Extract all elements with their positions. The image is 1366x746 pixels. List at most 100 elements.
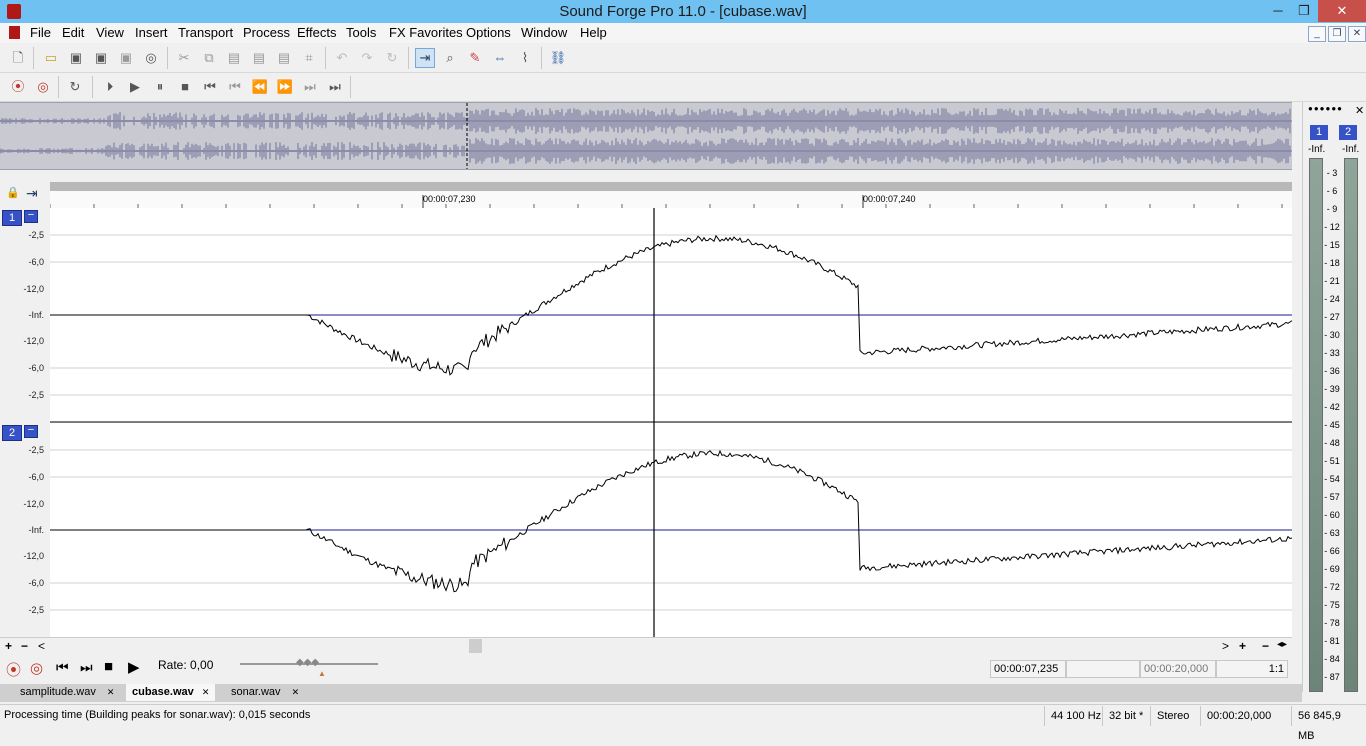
channel-2-collapse-button[interactable]: − (24, 425, 38, 438)
doc-icon[interactable] (9, 26, 20, 39)
selection-field[interactable] (1066, 660, 1140, 678)
paste-crossfade-icon[interactable]: ▤ (274, 48, 294, 68)
prev-marker-icon[interactable]: ⏮ (225, 77, 245, 97)
rate-label: Rate: 0,00 (158, 658, 214, 672)
repeat-icon[interactable]: ↻ (382, 48, 402, 68)
vzoom-out-button[interactable]: − (1262, 639, 1269, 653)
render-icon[interactable]: ▣ (116, 48, 136, 68)
menu-process[interactable]: Process (243, 25, 290, 40)
tab-cubase[interactable]: cubase.wav ✕ (126, 684, 216, 701)
go-end-icon[interactable]: ⏭ (325, 77, 345, 97)
play-all-icon[interactable]: ⏵ (100, 77, 120, 97)
meter-peak-1[interactable]: -Inf. (1308, 144, 1325, 155)
play-icon[interactable]: ▶ (128, 658, 140, 676)
scroll-thumb[interactable] (469, 639, 482, 653)
menu-insert[interactable]: Insert (135, 25, 168, 40)
tab-sonar[interactable]: sonar.wav ✕ (225, 684, 305, 701)
new-icon[interactable]: 🗋 (8, 48, 28, 68)
forward-icon[interactable]: ⏩ (275, 77, 295, 97)
status-bit-depth[interactable]: 32 bit * (1102, 706, 1149, 726)
plugin-chainer-icon[interactable]: ⛓ (548, 48, 568, 68)
go-start-icon[interactable]: ⏮ (200, 77, 220, 97)
next-marker-icon[interactable]: ⏭ (300, 77, 320, 97)
open-icon[interactable]: ▭ (41, 48, 61, 68)
menu-effects[interactable]: Effects (297, 25, 337, 40)
menu-help[interactable]: Help (580, 25, 607, 40)
tab-samplitude[interactable]: samplitude.wav ✕ (14, 684, 120, 701)
meter-scale-label: - 81 (1324, 636, 1340, 646)
zoom-ratio-field[interactable]: 1:1 (1216, 660, 1288, 678)
meter-channel-1[interactable]: 1 (1310, 125, 1328, 140)
pause-icon[interactable]: ⏸ (150, 77, 170, 97)
vzoom-fit-icon[interactable]: ◂▸ (1277, 639, 1287, 650)
record-icon[interactable]: ⦿ (8, 77, 28, 97)
mdi-minimize-button[interactable]: _ (1308, 26, 1326, 42)
meter-scale-label: - 15 (1324, 240, 1340, 250)
scroll-right-button[interactable]: > (1222, 639, 1229, 653)
scroll-left-button[interactable]: < (38, 639, 45, 653)
menu-fx-favorites[interactable]: FX Favorites (389, 25, 463, 40)
close-button[interactable]: ✕ (1318, 0, 1366, 22)
meter-grip-icon[interactable]: ●●●●●● (1308, 104, 1343, 113)
status-sample-rate[interactable]: 44 100 Hz (1044, 706, 1107, 726)
meter-peak-2[interactable]: -Inf. (1342, 144, 1359, 155)
meter-bar-2 (1344, 158, 1358, 692)
zoom-out-button[interactable]: − (21, 639, 28, 653)
tab-close-icon[interactable]: ✕ (202, 687, 210, 697)
pencil-tool-icon[interactable]: ✎ (465, 48, 485, 68)
menu-window[interactable]: Window (521, 25, 567, 40)
go-end-icon[interactable]: ⏭ (80, 659, 93, 676)
waveform-display[interactable] (50, 208, 1292, 637)
magnify-tool-icon[interactable]: ⌕ (440, 48, 460, 68)
lock-icon[interactable]: 🔒 (6, 186, 20, 199)
menu-edit[interactable]: Edit (62, 25, 84, 40)
length-field[interactable]: 00:00:20,000 (1140, 660, 1216, 678)
paste-mix-icon[interactable]: ▤ (249, 48, 269, 68)
channel-1-collapse-button[interactable]: − (24, 210, 38, 223)
play-icon[interactable]: ▶ (125, 77, 145, 97)
rewind-icon[interactable]: ⏪ (250, 77, 270, 97)
copy-icon[interactable]: ⧉ (199, 48, 219, 68)
mdi-close-button[interactable]: ✕ (1348, 26, 1366, 42)
edit-tool-icon[interactable]: ⇥ (415, 48, 435, 68)
meter-channel-2[interactable]: 2 (1339, 125, 1357, 140)
burn-icon[interactable]: ◎ (141, 48, 161, 68)
menu-options[interactable]: Options (466, 25, 511, 40)
paste-icon[interactable]: ▤ (224, 48, 244, 68)
loop-icon[interactable]: ↻ (65, 77, 85, 97)
stop-icon[interactable]: ■ (104, 658, 113, 675)
zoom-in-button[interactable]: + (5, 639, 12, 653)
cursor-position-field[interactable]: 00:00:07,235 (990, 660, 1066, 678)
save-as-icon[interactable]: ▣ (91, 48, 111, 68)
meter-scale-label: - 21 (1324, 276, 1340, 286)
mdi-restore-button[interactable]: ❐ (1328, 26, 1346, 42)
tab-close-icon[interactable]: ✕ (107, 687, 115, 697)
record-icon[interactable]: ⦿ (6, 659, 21, 680)
undo-icon[interactable]: ↶ (332, 48, 352, 68)
meter-close-icon[interactable]: ✕ (1355, 104, 1364, 117)
record-arm-icon[interactable]: ◎ (30, 659, 43, 677)
maximize-button[interactable]: ❐ (1289, 0, 1319, 22)
menu-tools[interactable]: Tools (346, 25, 376, 40)
event-tool-icon[interactable]: ⇔ (490, 48, 510, 68)
record-arm-icon[interactable]: ◎ (33, 77, 53, 97)
tab-close-icon[interactable]: ✕ (292, 687, 300, 697)
menu-file[interactable]: File (30, 25, 51, 40)
rate-slider-thumb[interactable]: ◆◆◆ (296, 657, 319, 668)
menu-transport[interactable]: Transport (178, 25, 233, 40)
go-start-icon[interactable]: ⏮ (56, 659, 69, 676)
save-icon[interactable]: ▣ (66, 48, 86, 68)
channel-1-badge[interactable]: 1 (2, 210, 22, 226)
time-ruler-bar[interactable] (50, 182, 1292, 191)
snap-icon[interactable]: ⇥ (26, 185, 38, 202)
envelope-tool-icon[interactable]: ⌇ (515, 48, 535, 68)
channel-2-badge[interactable]: 2 (2, 425, 22, 441)
redo-icon[interactable]: ↷ (357, 48, 377, 68)
stop-icon[interactable]: ■ (175, 77, 195, 97)
status-channels[interactable]: Stereo (1150, 706, 1195, 726)
cut-icon[interactable]: ✂ (174, 48, 194, 68)
trim-icon[interactable]: ⌗ (299, 48, 319, 68)
vzoom-in-button[interactable]: + (1239, 639, 1246, 653)
waveform-overview[interactable] (0, 102, 1292, 170)
menu-view[interactable]: View (96, 25, 124, 40)
